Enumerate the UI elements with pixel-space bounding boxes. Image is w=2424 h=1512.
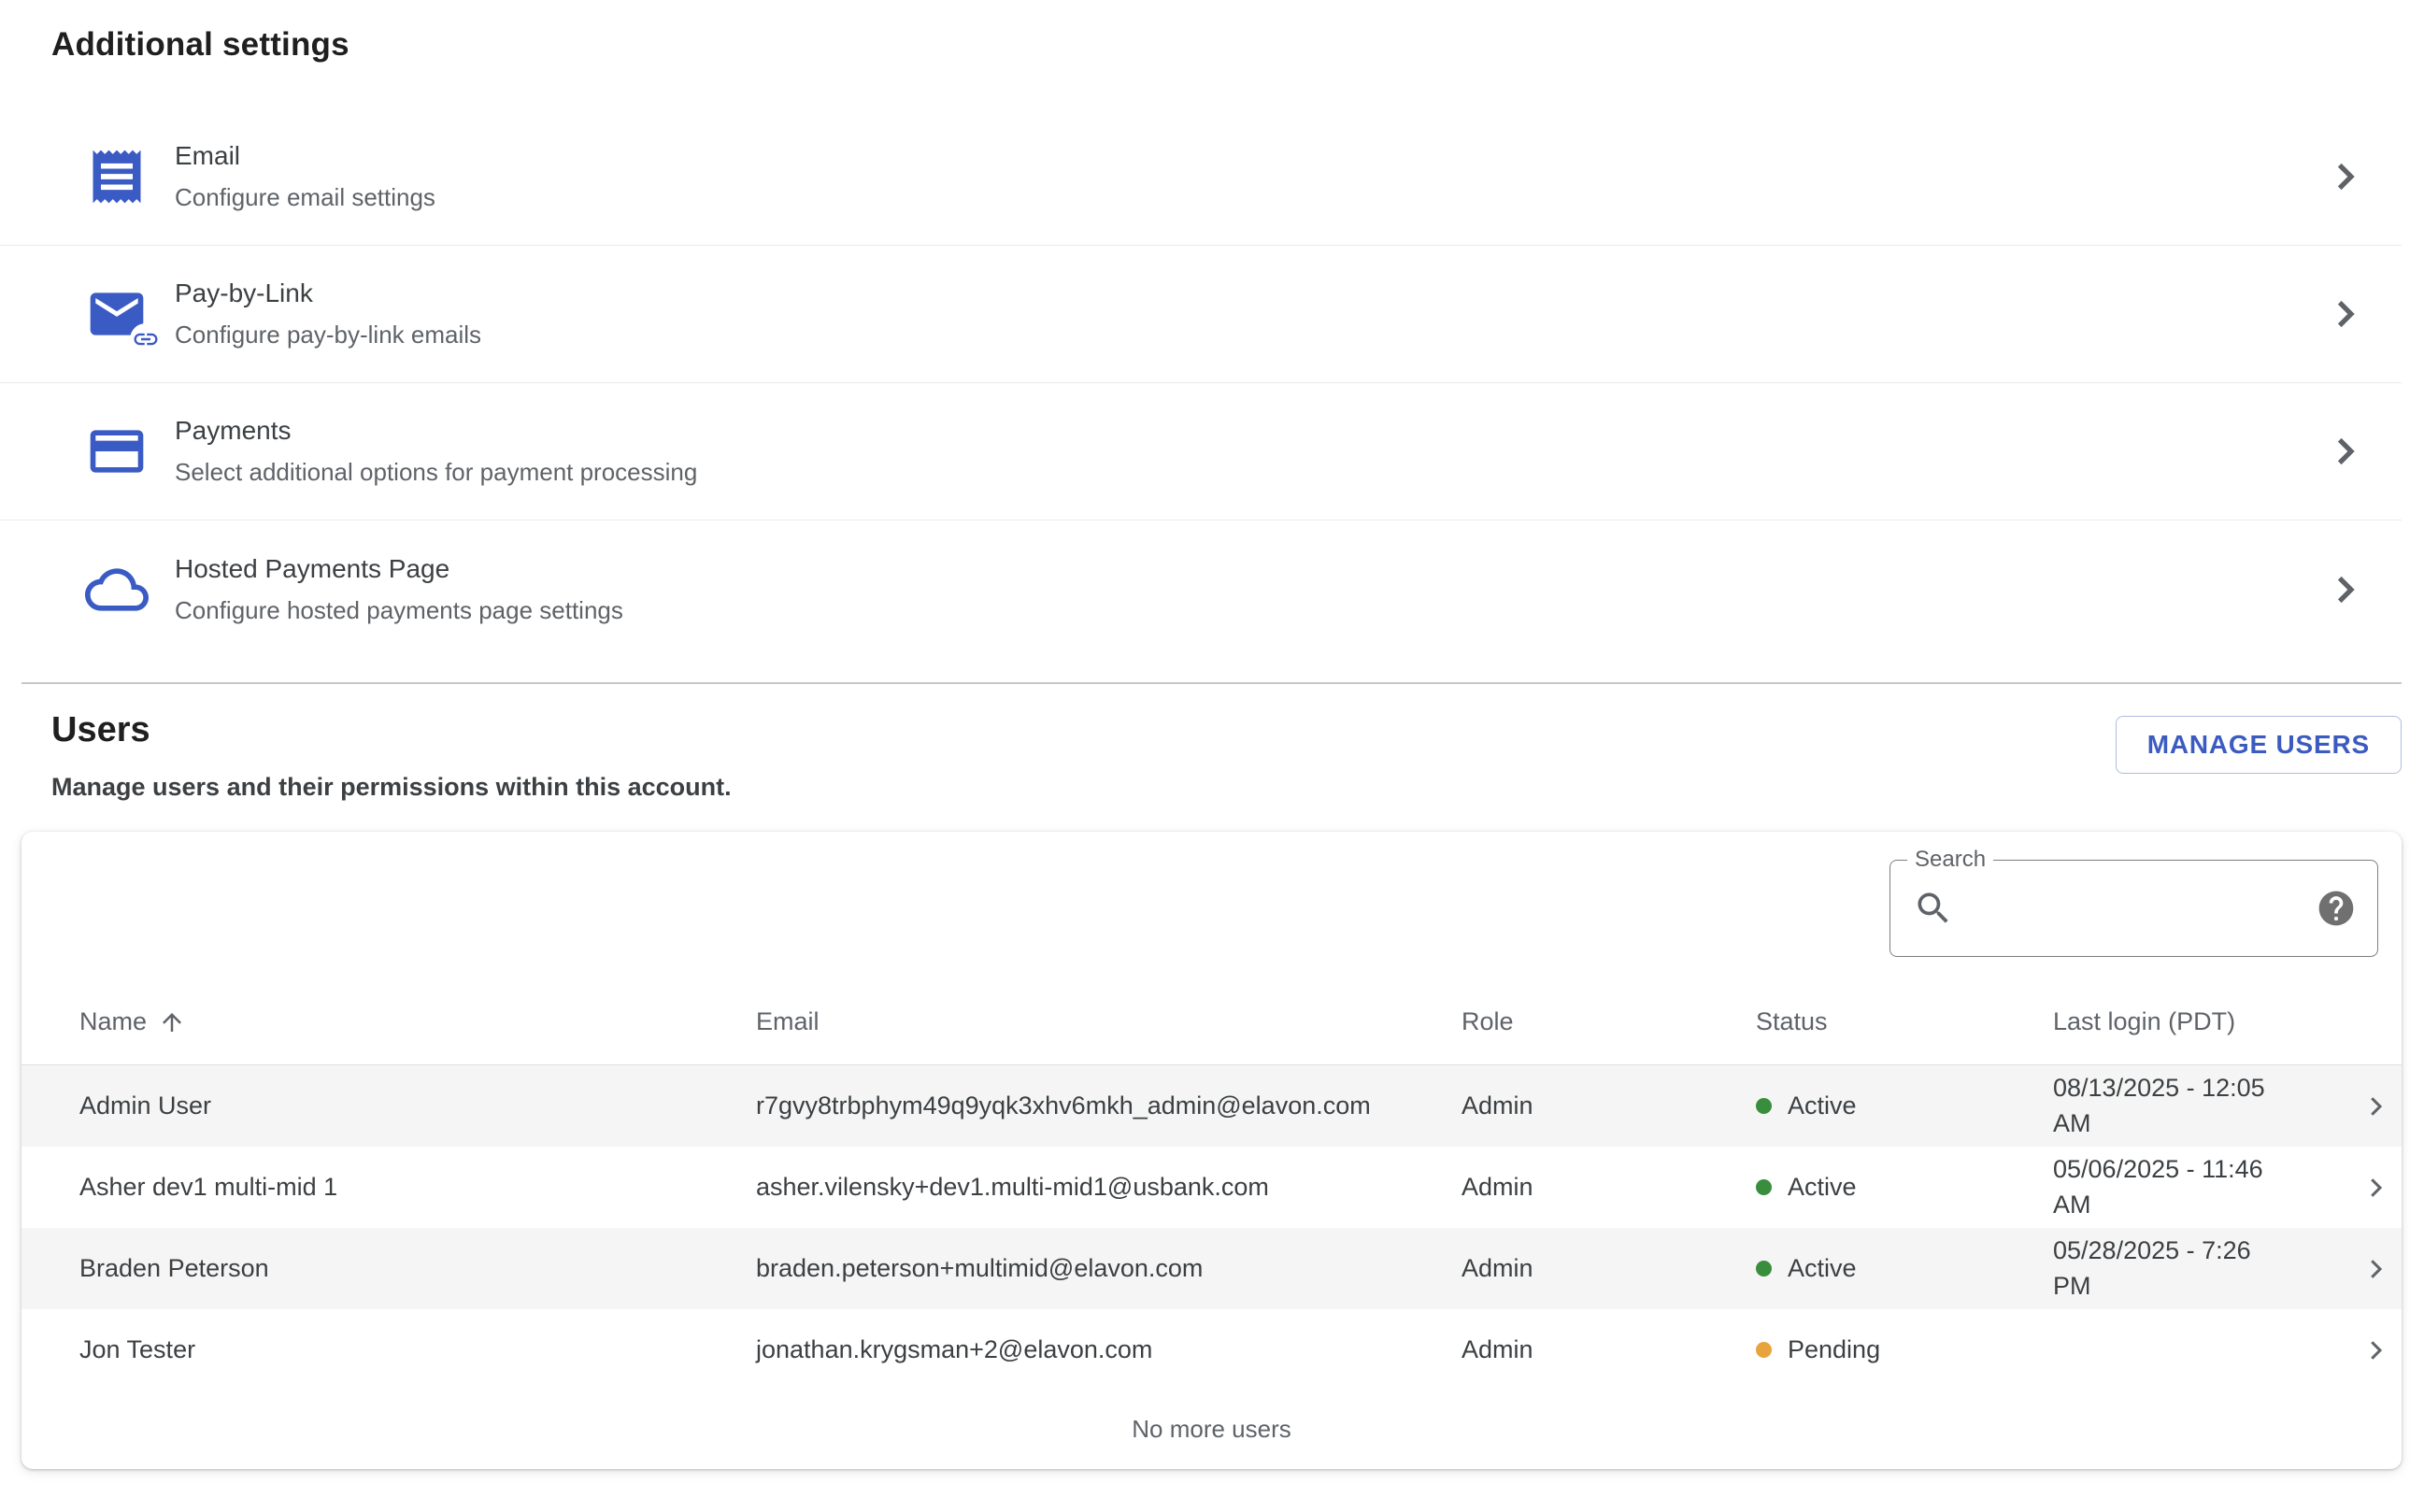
table-row[interactable]: Jon Tester jonathan.krygsman+2@elavon.co… — [21, 1309, 2402, 1391]
user-email: asher.vilensky+dev1.multi-mid1@usbank.co… — [756, 1173, 1462, 1202]
users-card: Search Name Email — [21, 832, 2402, 1469]
chevron-right-icon — [2361, 1255, 2389, 1283]
user-role: Admin — [1462, 1254, 1756, 1283]
table-row[interactable]: Asher dev1 multi-mid 1 asher.vilensky+de… — [21, 1147, 2402, 1228]
user-name: Admin User — [79, 1091, 756, 1120]
chevron-right-icon — [2325, 432, 2364, 471]
user-name: Asher dev1 multi-mid 1 — [79, 1173, 756, 1202]
settings-list: Email Configure email settings Pay-by-Li… — [0, 108, 2424, 658]
user-email: jonathan.krygsman+2@elavon.com — [756, 1335, 1462, 1364]
table-row[interactable]: Braden Peterson braden.peterson+multimid… — [21, 1228, 2402, 1309]
column-header-role: Role — [1462, 1007, 1756, 1036]
column-header-name[interactable]: Name — [79, 1007, 756, 1036]
settings-row-title: Payments — [175, 416, 697, 446]
chevron-right-icon — [2325, 157, 2364, 196]
settings-row-subtitle: Configure pay-by-link emails — [175, 321, 481, 349]
chevron-right-icon — [2361, 1336, 2389, 1364]
receipt-icon — [85, 145, 149, 208]
settings-row-title: Hosted Payments Page — [175, 554, 623, 584]
user-role: Admin — [1462, 1173, 1756, 1202]
manage-users-button[interactable]: MANAGE USERS — [2116, 716, 2402, 774]
credit-card-icon — [85, 420, 149, 483]
last-login: 05/28/2025 - 7:26 PM — [2053, 1234, 2361, 1305]
help-icon[interactable] — [2316, 888, 2357, 929]
user-name: Braden Peterson — [79, 1254, 756, 1283]
settings-row-subtitle: Configure hosted payments page settings — [175, 596, 623, 625]
page-title: Additional settings — [51, 26, 2424, 64]
user-role: Admin — [1462, 1091, 1756, 1120]
search-field: Search — [1889, 860, 2378, 957]
table-footer: No more users — [21, 1391, 2402, 1467]
user-role: Admin — [1462, 1335, 1756, 1364]
users-description: Manage users and their permissions withi… — [51, 773, 732, 802]
chevron-right-icon — [2325, 294, 2364, 334]
sort-ascending-icon — [158, 1008, 186, 1036]
chevron-right-icon — [2325, 570, 2364, 609]
table-header: Name Email Role Status Last login (PDT) — [21, 979, 2402, 1065]
status-dot-active — [1756, 1179, 1772, 1195]
status-badge: Pending — [1756, 1335, 2053, 1364]
column-header-email: Email — [756, 1007, 1462, 1036]
link-icon — [130, 323, 162, 355]
cloud-icon — [85, 558, 149, 621]
search-icon — [1913, 888, 1954, 929]
settings-row-email[interactable]: Email Configure email settings — [0, 108, 2402, 246]
settings-row-hosted-payments-page[interactable]: Hosted Payments Page Configure hosted pa… — [0, 521, 2402, 658]
last-login — [2053, 1335, 2361, 1364]
chevron-right-icon — [2361, 1174, 2389, 1202]
last-login: 08/13/2025 - 12:05 AM — [2053, 1071, 2361, 1142]
status-badge: Active — [1756, 1091, 2053, 1120]
status-badge: Active — [1756, 1254, 2053, 1283]
settings-row-title: Email — [175, 141, 435, 171]
chevron-right-icon — [2361, 1092, 2389, 1120]
mail-link-icon — [85, 282, 149, 346]
search-input[interactable] — [1971, 870, 2293, 947]
last-login: 05/06/2025 - 11:46 AM — [2053, 1152, 2361, 1223]
user-email: braden.peterson+multimid@elavon.com — [756, 1254, 1462, 1283]
user-email: r7gvy8trbphym49q9yqk3xhv6mkh_admin@elavo… — [756, 1091, 1462, 1120]
settings-row-subtitle: Select additional options for payment pr… — [175, 458, 697, 487]
status-dot-active — [1756, 1098, 1772, 1114]
users-heading: Users — [51, 710, 732, 750]
search-label: Search — [1907, 847, 1993, 873]
table-row[interactable]: Admin User r7gvy8trbphym49q9yqk3xhv6mkh_… — [21, 1065, 2402, 1147]
settings-row-title: Pay-by-Link — [175, 278, 481, 308]
additional-settings-page: Additional settings Email Configure emai… — [0, 26, 2424, 1469]
status-dot-active — [1756, 1261, 1772, 1277]
status-dot-pending — [1756, 1342, 1772, 1358]
users-section: Users Manage users and their permissions… — [21, 682, 2402, 1469]
status-badge: Active — [1756, 1173, 2053, 1202]
settings-row-pay-by-link[interactable]: Pay-by-Link Configure pay-by-link emails — [0, 246, 2402, 383]
column-header-status: Status — [1756, 1007, 2053, 1036]
user-name: Jon Tester — [79, 1335, 756, 1364]
settings-row-subtitle: Configure email settings — [175, 183, 435, 212]
settings-row-payments[interactable]: Payments Select additional options for p… — [0, 383, 2402, 521]
column-header-last-login: Last login (PDT) — [2053, 1007, 2361, 1036]
